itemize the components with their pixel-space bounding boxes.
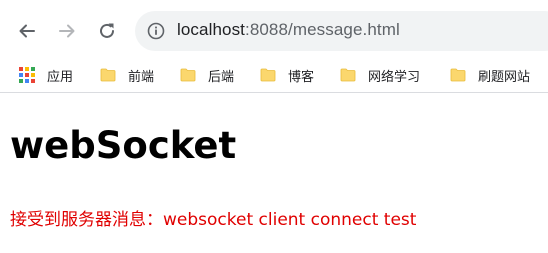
- bookmark-label: 后端: [208, 69, 235, 85]
- folder-icon: [180, 68, 196, 82]
- bookmark-label: 网络学习: [368, 69, 421, 85]
- bookmark-frontend[interactable]: 前端: [100, 62, 154, 88]
- url-path: :8088/message.html: [245, 20, 400, 39]
- forward-arrow-icon: [59, 24, 75, 38]
- folder-icon: [340, 68, 356, 82]
- reload-icon: [100, 23, 114, 38]
- forward-button[interactable]: [54, 18, 80, 44]
- bookmark-label: 博客: [288, 69, 315, 85]
- url-host: localhost: [177, 20, 245, 39]
- apps-grid-icon: [19, 67, 35, 83]
- reload-button[interactable]: [94, 18, 120, 44]
- browser-toolbar: localhost:8088/message.html: [0, 0, 548, 58]
- bookmark-backend[interactable]: 后端: [180, 62, 234, 88]
- bookmark-coding-practice[interactable]: 刷题网站: [450, 62, 530, 88]
- bookmark-blog[interactable]: 博客: [260, 62, 314, 88]
- folder-icon: [260, 68, 276, 82]
- back-button[interactable]: [14, 18, 40, 44]
- bookmarks-bar: 应用 前端 后端 博客 网络学习 刷题网站: [0, 58, 548, 92]
- bookmark-network-learning[interactable]: 网络学习: [340, 62, 420, 88]
- bookmark-label: 前端: [128, 69, 155, 85]
- bookmark-apps[interactable]: 应用: [19, 62, 73, 88]
- page-content: webSocket 接受到服务器消息：websocket client conn…: [0, 93, 548, 253]
- bookmark-label: 刷题网站: [478, 69, 531, 85]
- address-bar[interactable]: localhost:8088/message.html: [135, 11, 548, 51]
- info-icon[interactable]: [147, 22, 165, 40]
- folder-icon: [100, 68, 116, 82]
- page-title: webSocket: [10, 124, 237, 167]
- server-message: 接受到服务器消息：websocket client connect test: [10, 210, 417, 230]
- browser-chrome: localhost:8088/message.html 应用 前端 后端 博客 …: [0, 0, 548, 93]
- folder-icon: [450, 68, 466, 82]
- url-text[interactable]: localhost:8088/message.html: [177, 20, 400, 40]
- bookmark-label: 应用: [47, 69, 74, 85]
- back-arrow-icon: [19, 24, 35, 38]
